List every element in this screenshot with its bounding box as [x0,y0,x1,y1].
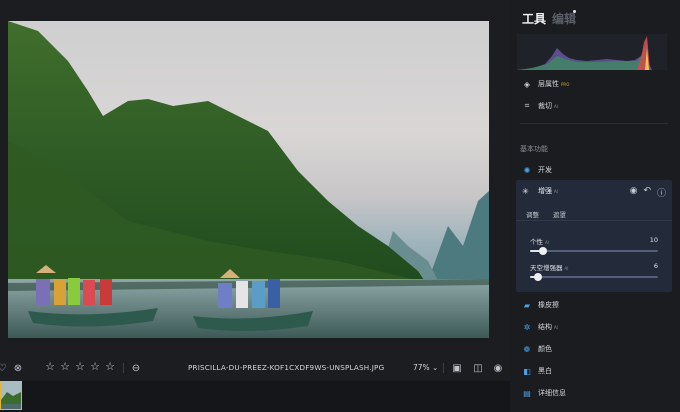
info-icon[interactable]: ⓘ [657,186,666,199]
star-2[interactable]: ☆ [59,361,71,373]
tool-develop[interactable]: ✺ 开发 [522,165,552,175]
ai-tag: AI [554,188,558,194]
black-white-icon: ◧ [523,366,531,376]
divider [520,123,668,124]
slider-handle[interactable] [538,247,547,255]
crop-tool[interactable]: ⌗ 裁切 AI [522,101,558,111]
file-name: PRISCILLA-DU-PREEZ-KOF1CXDF9WS-UNSPLASH.… [188,363,385,372]
sparkle-icon: ✳ [522,186,529,196]
crop-label: 裁切 [538,102,552,110]
slider-value-sky: 6 [653,262,658,270]
enhance-panel: ✳ 增强 AI ◉ ↶ ⓘ 调整 遮罩 个性 AI 10 天空增强器 AI 6 [516,180,672,292]
notification-dot [573,10,576,13]
sun-icon: ✺ [523,165,531,175]
black-white-label: 黑白 [538,367,552,375]
split-view-icon[interactable]: ◫ [472,362,484,374]
tab-edit[interactable]: 编辑 [552,10,576,27]
ai-tag: AI [554,103,558,109]
photo-scene [8,21,489,338]
eraser-icon: ▰ [523,300,531,310]
tool-details[interactable]: ▤ 详细信息 [522,388,566,398]
structure-icon: ✲ [523,322,531,332]
section-basic-title: 基本功能 [520,145,548,153]
zoom-level[interactable]: 77% ⌄ [413,363,438,372]
bottom-toolbar: ♡ ⊗ ☆ ☆ ☆ ☆ ☆ ⊖ PRISCILLA-DU-PREEZ-KOF1C… [0,356,510,380]
enhance-header[interactable]: ✳ 增强 AI [522,186,558,196]
slider-label-sky: 天空增强器 AI [530,264,569,272]
slider-character[interactable] [530,247,658,255]
tool-color[interactable]: ❁ 颜色 [522,344,552,354]
tool-structure[interactable]: ✲ 结构 AI [522,322,558,332]
star-3[interactable]: ☆ [74,361,86,373]
pro-tag: PRO [561,81,570,87]
star-5[interactable]: ☆ [104,361,116,373]
divider [443,363,444,373]
tool-black-white[interactable]: ◧ 黑白 [522,366,552,376]
color-label: 颜色 [538,345,552,353]
slider-value-character: 10 [649,236,658,244]
eye-icon[interactable]: ◉ [492,362,504,374]
details-label: 详细信息 [538,389,566,397]
details-icon: ▤ [523,388,531,398]
slider-handle[interactable] [533,273,542,281]
color-icon: ❁ [523,344,531,354]
develop-label: 开发 [538,166,552,174]
histogram [517,34,667,70]
thumbnail-image [1,382,21,409]
eraser-label: 橡皮擦 [538,301,559,309]
visibility-eye-icon[interactable]: ◉ [630,186,638,199]
reset-undo-icon[interactable]: ↶ [643,186,651,199]
histogram-graph [517,36,652,70]
compare-icon[interactable]: ▣ [451,362,463,374]
image-canvas[interactable] [0,0,510,412]
heart-icon[interactable]: ♡ [0,362,8,374]
divider [123,363,124,373]
tool-eraser[interactable]: ▰ 橡皮擦 [522,300,559,310]
layers-icon: ◈ [523,79,531,89]
star-rating[interactable]: ☆ ☆ ☆ ☆ ☆ [44,361,116,373]
filmstrip [0,381,510,412]
reject-icon[interactable]: ⊗ [12,362,24,374]
enhance-title: 增强 [538,187,552,195]
tab-tools[interactable]: 工具 [522,10,546,27]
layer-properties[interactable]: ◈ 层属性 PRO [522,79,569,89]
structure-label: 结构 [538,323,552,331]
subtab-adjust[interactable]: 调整 [526,209,539,219]
crop-icon: ⌗ [524,101,530,110]
filmstrip-thumbnail[interactable] [0,381,22,410]
enhance-subtabs: 调整 遮罩 [526,209,566,219]
layer-properties-label: 层属性 [538,80,559,88]
ai-tag: AI [554,324,558,330]
star-1[interactable]: ☆ [44,361,56,373]
color-label-icon[interactable]: ⊖ [130,362,142,374]
slider-label-character: 个性 AI [530,238,549,246]
enhance-actions: ◉ ↶ ⓘ [630,186,666,199]
slider-sky-enhancer[interactable] [530,273,658,281]
photo-preview [8,21,489,338]
star-4[interactable]: ☆ [89,361,101,373]
divider [516,220,672,221]
subtab-mask[interactable]: 遮罩 [553,209,566,219]
